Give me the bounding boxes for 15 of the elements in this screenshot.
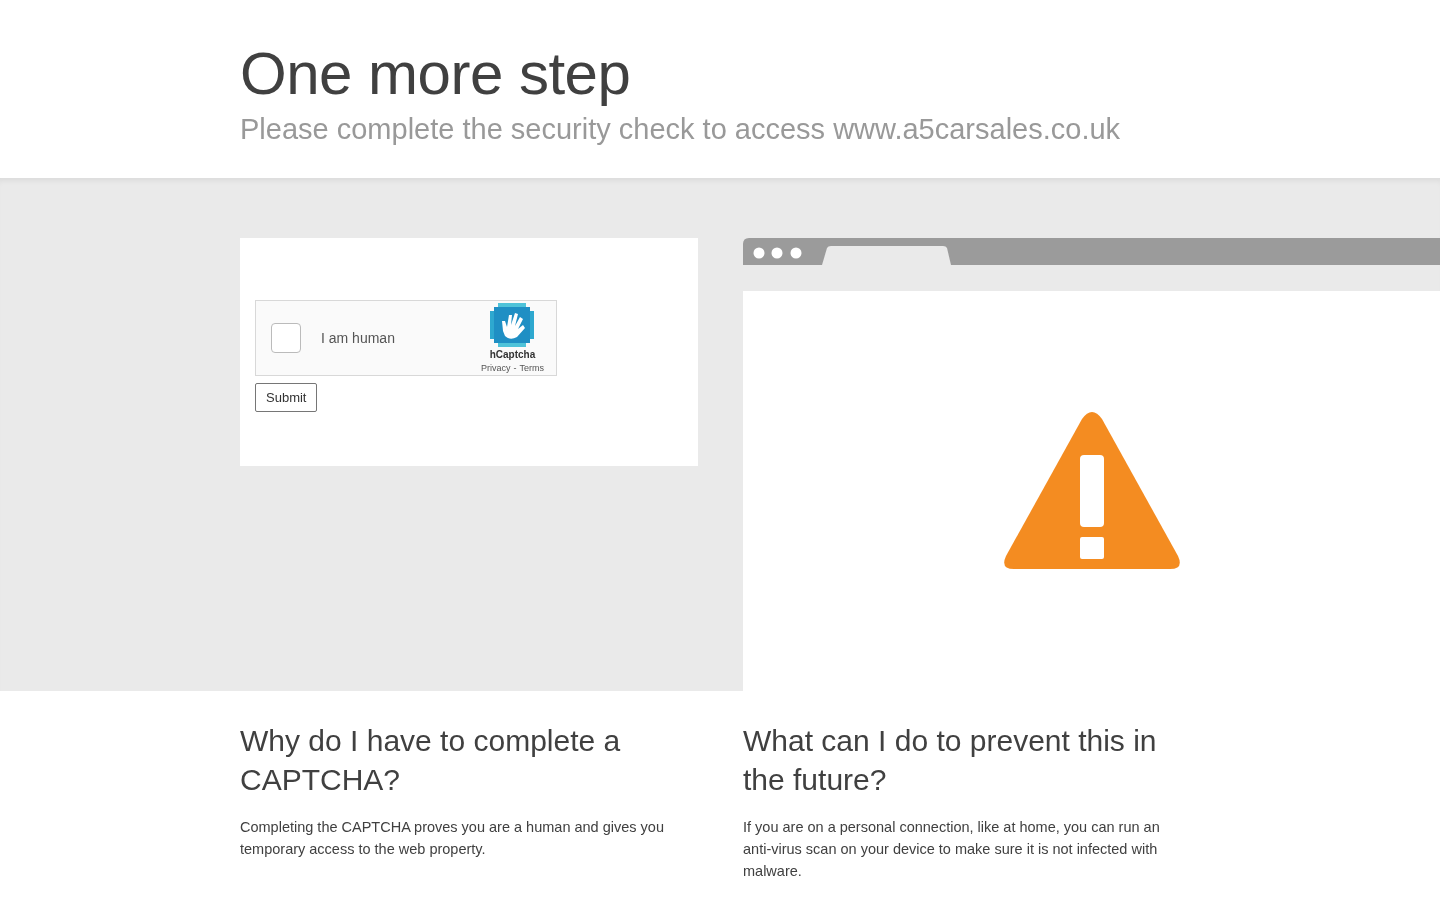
captcha-checkbox[interactable] (271, 323, 301, 353)
hand-logo-icon (490, 303, 535, 347)
captcha-label: I am human (321, 330, 396, 346)
faq-answer: Completing the CAPTCHA proves you are a human and gives you temporary access to the web property. (240, 818, 665, 859)
page-title: One more step (240, 39, 632, 109)
terms-link[interactable]: Terms (519, 363, 544, 373)
captcha-brand: hCaptcha (489, 349, 536, 360)
submit-button[interactable]: Submit (255, 383, 318, 412)
faq-question: Why do I have to complete a CAPTCHA? (240, 723, 622, 798)
page-subtitle: Please complete the security check to access www.a5carsales.co.uk (240, 112, 1122, 147)
warning-icon (1001, 411, 1182, 571)
link-separator: - (513, 363, 517, 373)
faq-question: What can I do to prevent this in the future? (743, 723, 1158, 798)
faq-answer: If you are on a personal connection, like at home, you can run an anti-virus scan on your device to make sure it is not infected with malware. (743, 818, 1161, 881)
privacy-link[interactable]: Privacy (481, 363, 511, 373)
